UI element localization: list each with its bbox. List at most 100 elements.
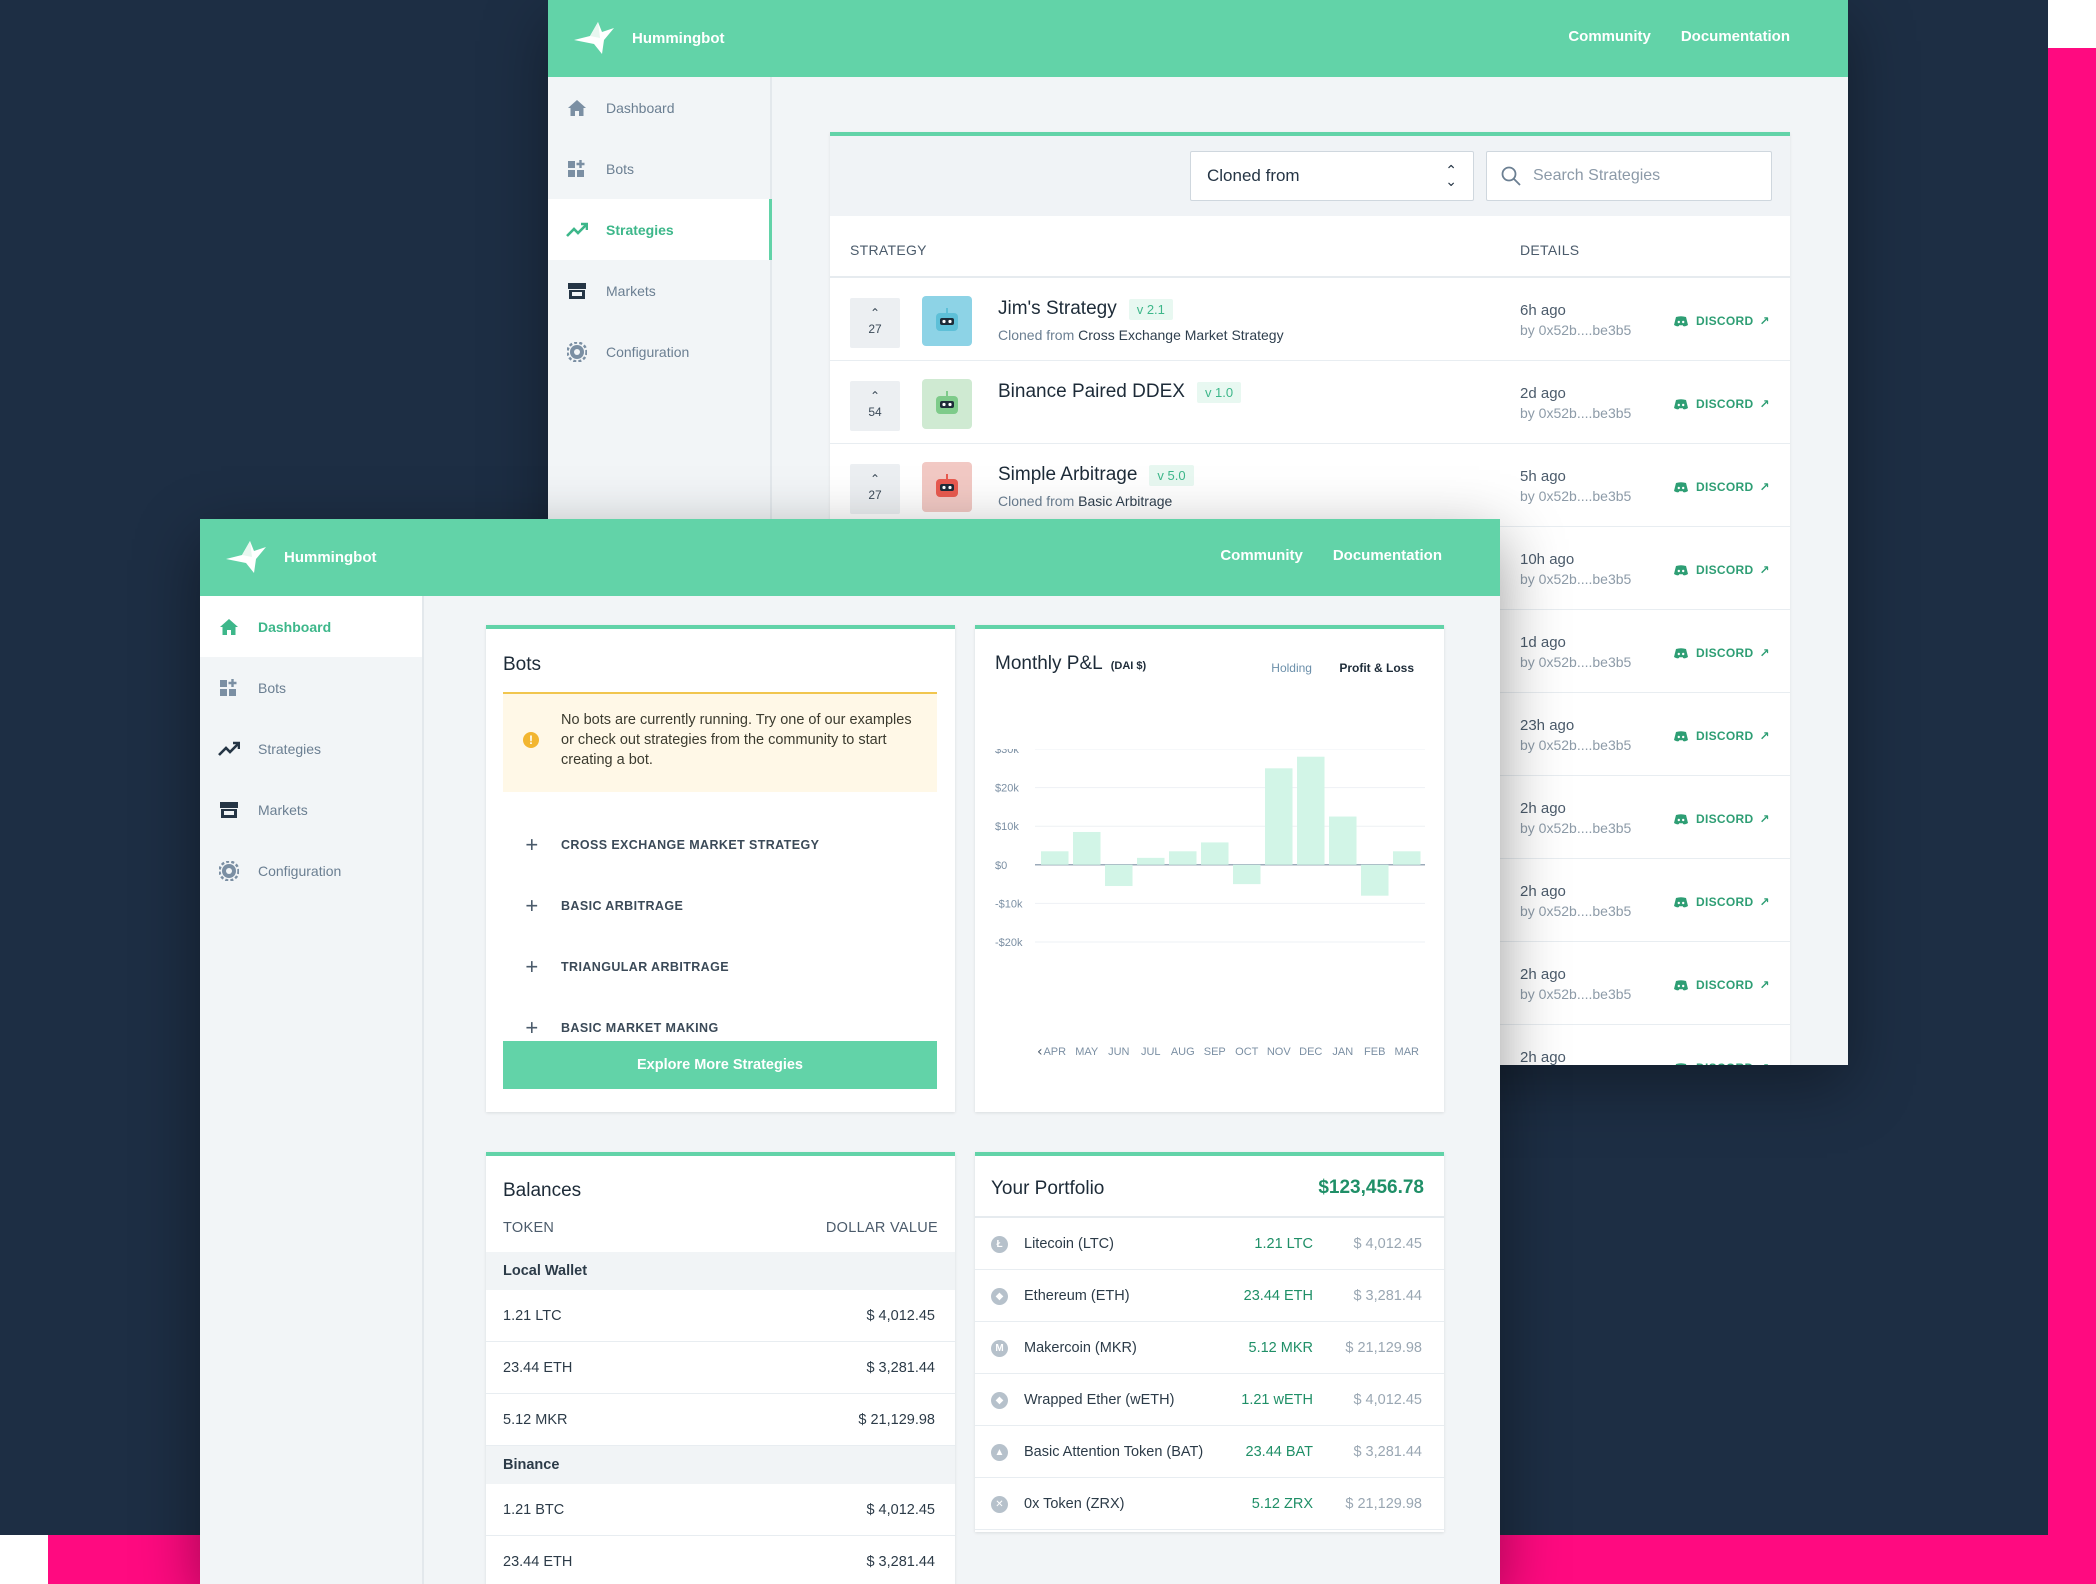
strategy-row[interactable]: ⌃ 27 Jim's Strategy v 2.1 Cloned from Cross … xyxy=(830,278,1790,361)
y-tick-label: $20k xyxy=(995,783,1019,795)
discord-link[interactable]: DISCORD ↗ xyxy=(1674,1061,1770,1065)
discord-link[interactable]: DISCORD ↗ xyxy=(1674,729,1770,743)
coin-amount: 5.12 ZRX xyxy=(1251,1496,1313,1512)
pnl-bar[interactable] xyxy=(1297,756,1325,865)
search-strategies-input[interactable]: Search Strategies xyxy=(1486,151,1772,201)
cloned-source-link[interactable]: Basic Arbitrage xyxy=(1078,493,1172,509)
sidebar-item-dashboard[interactable]: Dashboard xyxy=(548,77,770,138)
author-address: by 0x52b....be3b5 xyxy=(1520,488,1632,504)
x-tick-label: APR xyxy=(1043,1046,1066,1058)
external-link-icon: ↗ xyxy=(1759,1061,1769,1065)
portfolio-row: ▲ Basic Attention Token (BAT) 23.44 BAT $ 3… xyxy=(975,1426,1444,1478)
cloned-from-text: Cloned from Basic Arbitrage xyxy=(998,493,1172,509)
strategy-template-item[interactable]: + TRIANGULAR ARBITRAGE xyxy=(503,937,937,997)
strategy-name[interactable]: Binance Paired DDEX v 1.0 xyxy=(998,381,1242,403)
sidebar-item-configuration[interactable]: Configuration xyxy=(548,321,770,382)
coin-amount: 1.21 wETH xyxy=(1241,1392,1313,1408)
discord-link[interactable]: DISCORD ↗ xyxy=(1674,397,1770,411)
sidebar-item-dashboard[interactable]: Dashboard xyxy=(200,596,422,657)
sidebar-item-markets[interactable]: Markets xyxy=(548,260,770,321)
explore-more-strategies-button[interactable]: Explore More Strategies xyxy=(503,1041,937,1089)
nav-link-community[interactable]: Community xyxy=(1220,547,1303,564)
tab-holding[interactable]: Holding xyxy=(1271,661,1312,675)
pnl-bar[interactable] xyxy=(1105,864,1133,887)
pnl-bar[interactable] xyxy=(1265,768,1293,865)
balance-row: 1.21 LTC $ 4,012.45 xyxy=(486,1290,955,1342)
dashboard-window: Hummingbot Community Documentation Dashb… xyxy=(200,519,1500,1584)
balance-row: 5.12 MKR $ 21,129.98 xyxy=(486,1394,955,1446)
nav-link-documentation[interactable]: Documentation xyxy=(1333,547,1442,564)
sidebar-item-strategies[interactable]: Strategies xyxy=(548,199,772,260)
strategy-template-label: TRIANGULAR ARBITRAGE xyxy=(561,960,729,974)
brand[interactable]: Hummingbot xyxy=(224,537,376,577)
tab-profit-loss[interactable]: Profit & Loss xyxy=(1339,661,1414,675)
y-tick-label: -$10k xyxy=(995,898,1023,910)
strategy-template-item[interactable]: + BASIC ARBITRAGE xyxy=(503,876,937,936)
discord-label: DISCORD xyxy=(1696,397,1754,411)
nav-link-community[interactable]: Community xyxy=(1568,28,1651,45)
search-icon xyxy=(1501,166,1521,186)
sidebar-item-bots[interactable]: Bots xyxy=(200,657,422,718)
coin-name: Wrapped Ether (wETH) xyxy=(1024,1392,1175,1408)
cloned-from-select[interactable]: Cloned from ⌃ ⌄ xyxy=(1190,151,1474,201)
discord-link[interactable]: DISCORD ↗ xyxy=(1674,895,1770,909)
strategy-row[interactable]: ⌃ 27 Simple Arbitrage v 5.0 Cloned from Basi… xyxy=(830,444,1790,527)
pnl-bar[interactable] xyxy=(1201,842,1229,865)
discord-icon xyxy=(1674,398,1688,409)
coin-icon: ◆ xyxy=(991,1392,1008,1409)
sidebar-item-configuration[interactable]: Configuration xyxy=(200,840,422,901)
cloned-source-link[interactable]: Cross Exchange Market Strategy xyxy=(1078,327,1283,343)
discord-link[interactable]: DISCORD ↗ xyxy=(1674,563,1770,577)
upvote-button[interactable]: ⌃ 54 xyxy=(850,381,900,431)
discord-link[interactable]: DISCORD ↗ xyxy=(1674,646,1770,660)
updated-time: 2h ago xyxy=(1520,883,1566,900)
discord-link[interactable]: DISCORD ↗ xyxy=(1674,314,1770,328)
discord-link[interactable]: DISCORD ↗ xyxy=(1674,480,1770,494)
sidebar-item-label: Bots xyxy=(258,679,287,696)
sidebar-item-label: Markets xyxy=(606,282,656,299)
pnl-bar[interactable] xyxy=(1137,857,1165,865)
app-name: Hummingbot xyxy=(284,548,377,566)
strategy-name-text: Jim's Strategy xyxy=(998,298,1117,319)
strategy-name[interactable]: Simple Arbitrage v 5.0 xyxy=(998,464,1194,486)
pnl-bar[interactable] xyxy=(1073,831,1101,865)
discord-link[interactable]: DISCORD ↗ xyxy=(1674,812,1770,826)
pnl-tabs: Holding Profit & Loss xyxy=(1271,661,1414,675)
pnl-bar[interactable] xyxy=(1169,851,1197,865)
pnl-bar[interactable] xyxy=(1041,851,1069,865)
discord-link[interactable]: DISCORD ↗ xyxy=(1674,978,1770,992)
strategy-template-item[interactable]: + CROSS EXCHANGE MARKET STRATEGY xyxy=(503,815,937,875)
discord-label: DISCORD xyxy=(1696,1061,1753,1065)
nav-link-documentation[interactable]: Documentation xyxy=(1681,28,1790,45)
pnl-bar[interactable] xyxy=(1393,851,1421,865)
pnl-bar[interactable] xyxy=(1233,864,1261,885)
hummingbird-logo-icon xyxy=(226,541,266,573)
strategy-template-label: BASIC MARKET MAKING xyxy=(561,1021,719,1035)
column-strategy: STRATEGY xyxy=(850,242,927,258)
pnl-unit: (DAI $) xyxy=(1110,660,1147,672)
updated-time: 10h ago xyxy=(1520,551,1575,568)
brand[interactable]: Hummingbot xyxy=(572,18,724,58)
chevron-up-icon: ⌃ xyxy=(869,389,881,403)
chevron-left-icon[interactable]: ‹ xyxy=(1037,1044,1043,1060)
sidebar-item-bots[interactable]: Bots xyxy=(548,138,770,199)
pnl-bar-chart: $30k $20k $10k $0 -$10k -$20k APR MAY JUN JUL AUG S… xyxy=(995,749,1425,1060)
plus-icon: + xyxy=(525,1015,539,1040)
coin-name: 0x Token (ZRX) xyxy=(1024,1496,1125,1512)
balance-row: 23.44 ETH $ 3,281.44 xyxy=(486,1536,955,1584)
pnl-bar[interactable] xyxy=(1329,816,1357,865)
coin-amount: 23.44 ETH xyxy=(1243,1288,1313,1304)
x-tick-label: MAY xyxy=(1075,1046,1099,1058)
strategy-row[interactable]: ⌃ 54 Binance Paired DDEX v 1.0 2d ago by 0x52… xyxy=(830,361,1790,444)
discord-label: DISCORD xyxy=(1696,480,1754,494)
strategy-name[interactable]: Jim's Strategy v 2.1 xyxy=(998,298,1173,320)
pnl-bar[interactable] xyxy=(1361,864,1389,896)
dollar-value: $ 21,129.98 xyxy=(858,1412,935,1428)
sidebar-item-markets[interactable]: Markets xyxy=(200,779,422,840)
chevron-up-icon: ⌃ xyxy=(869,472,881,486)
strategy-name-text: Simple Arbitrage xyxy=(998,464,1138,485)
upvote-button[interactable]: ⌃ 27 xyxy=(850,298,900,348)
upvote-button[interactable]: ⌃ 27 xyxy=(850,464,900,514)
vote-count: 54 xyxy=(868,405,882,419)
sidebar-item-strategies[interactable]: Strategies xyxy=(200,718,422,779)
